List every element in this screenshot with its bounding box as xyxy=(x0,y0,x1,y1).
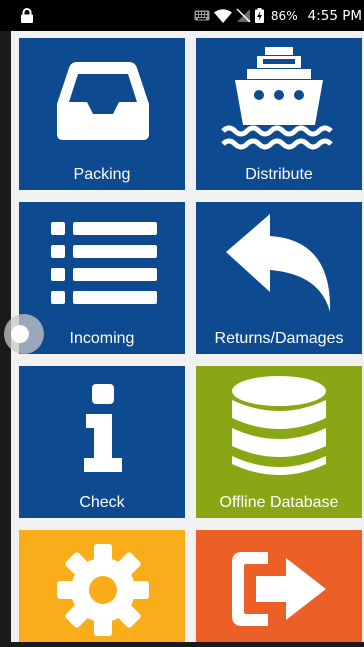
check-tile[interactable]: Check xyxy=(19,366,185,518)
battery-percent: 86% xyxy=(270,8,298,23)
main-menu-screen: Packing Distribute Incoming Returns/Dama… xyxy=(11,31,364,642)
database-icon xyxy=(232,376,326,475)
status-bar: 86% 4:55 PM xyxy=(0,0,364,31)
info-icon xyxy=(84,384,122,472)
settings-tile[interactable] xyxy=(19,530,185,642)
assistive-touch-button[interactable] xyxy=(4,314,44,354)
bottom-edge xyxy=(0,642,364,647)
keyboard-icon xyxy=(194,10,210,21)
offline-database-tile[interactable]: Offline Database xyxy=(196,366,362,518)
clock: 4:55 PM xyxy=(307,7,362,24)
sign-out-icon xyxy=(232,552,326,626)
battery-charging-icon xyxy=(254,8,264,23)
offline-database-label: Offline Database xyxy=(219,494,339,511)
check-label: Check xyxy=(79,494,125,511)
wifi-icon xyxy=(213,8,232,23)
returns-damages-label: Returns/Damages xyxy=(214,330,344,347)
distribute-label: Distribute xyxy=(245,166,313,183)
gear-icon xyxy=(57,544,149,636)
reply-arrow-icon xyxy=(226,214,331,312)
distribute-tile[interactable]: Distribute xyxy=(196,38,362,190)
lock-icon xyxy=(21,8,33,23)
inbox-tray-icon xyxy=(57,62,149,140)
packing-label: Packing xyxy=(73,166,131,183)
list-icon xyxy=(51,222,157,304)
packing-tile[interactable]: Packing xyxy=(19,38,185,190)
no-sim-icon xyxy=(236,8,251,23)
ship-icon xyxy=(221,47,333,150)
returns-damages-tile[interactable]: Returns/Damages xyxy=(196,202,362,354)
sign-out-tile[interactable] xyxy=(196,530,362,642)
